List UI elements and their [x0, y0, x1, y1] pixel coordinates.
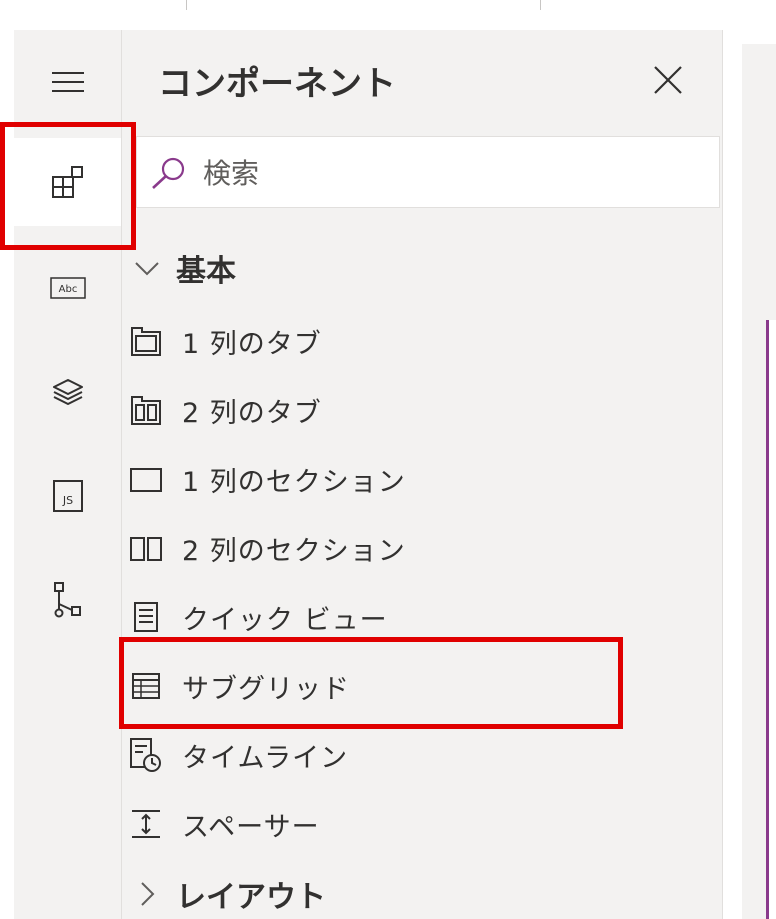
component-two-column-tab[interactable]: 2 列のタブ: [128, 382, 708, 438]
component-label: 1 列のタブ: [182, 328, 322, 360]
form-canvas-card[interactable]: [766, 320, 776, 919]
text-field-icon-label: Abc: [58, 284, 77, 295]
two-column-tab-icon: [128, 392, 164, 428]
subgrid-item-highlight: [119, 637, 623, 729]
business-rules-icon: [53, 582, 81, 618]
javascript-icon: JS: [52, 480, 83, 512]
component-label: タイムライン: [182, 742, 349, 774]
chevron-down-icon: [135, 262, 159, 276]
group-layout-label: レイアウト: [176, 880, 326, 915]
component-one-column-tab[interactable]: 1 列のタブ: [128, 313, 708, 369]
hamburger-menu-button[interactable]: [14, 38, 121, 126]
component-spacer[interactable]: スペーサー: [128, 796, 708, 852]
spacer-icon: [128, 806, 164, 842]
close-icon: [654, 66, 682, 94]
search-box: [136, 136, 720, 208]
javascript-icon-label: JS: [61, 494, 72, 507]
components-button-highlight: [0, 122, 136, 250]
text-field-button[interactable]: Abc: [14, 244, 121, 332]
layers-icon: [52, 379, 83, 405]
search-icon: [152, 157, 185, 189]
two-column-section-icon: [128, 530, 164, 566]
component-one-column-section[interactable]: 1 列のセクション: [128, 451, 708, 507]
text-field-icon: Abc: [49, 277, 86, 299]
component-label: 2 列のタブ: [182, 397, 322, 429]
search-input[interactable]: [201, 151, 705, 195]
top-bar: [0, 0, 776, 31]
javascript-button[interactable]: JS: [14, 452, 121, 540]
group-layout-header[interactable]: レイアウト: [132, 872, 326, 916]
layers-button[interactable]: [14, 348, 121, 436]
panel-title: コンポーネント: [158, 64, 396, 104]
group-basic-label: 基本: [176, 254, 236, 289]
component-two-column-section[interactable]: 2 列のセクション: [128, 520, 708, 576]
component-timeline[interactable]: タイムライン: [128, 727, 708, 783]
group-basic-header[interactable]: 基本: [132, 246, 236, 290]
timeline-icon: [128, 737, 164, 773]
top-bar-divider: [540, 0, 541, 10]
components-panel: コンポーネント 基本 1 列のタブ: [122, 30, 723, 919]
chevron-right-icon: [141, 882, 155, 906]
component-label: スペーサー: [182, 811, 320, 843]
business-rules-button[interactable]: [14, 556, 121, 644]
component-label: 2 列のセクション: [182, 535, 406, 567]
component-label: クイック ビュー: [182, 604, 388, 636]
one-column-tab-icon: [128, 323, 164, 359]
close-panel-button[interactable]: [650, 62, 686, 98]
quick-view-icon: [128, 599, 164, 635]
hamburger-menu-icon: [51, 72, 84, 92]
one-column-section-icon: [128, 461, 164, 497]
component-label: 1 列のセクション: [182, 466, 406, 498]
top-bar-divider: [186, 0, 187, 10]
